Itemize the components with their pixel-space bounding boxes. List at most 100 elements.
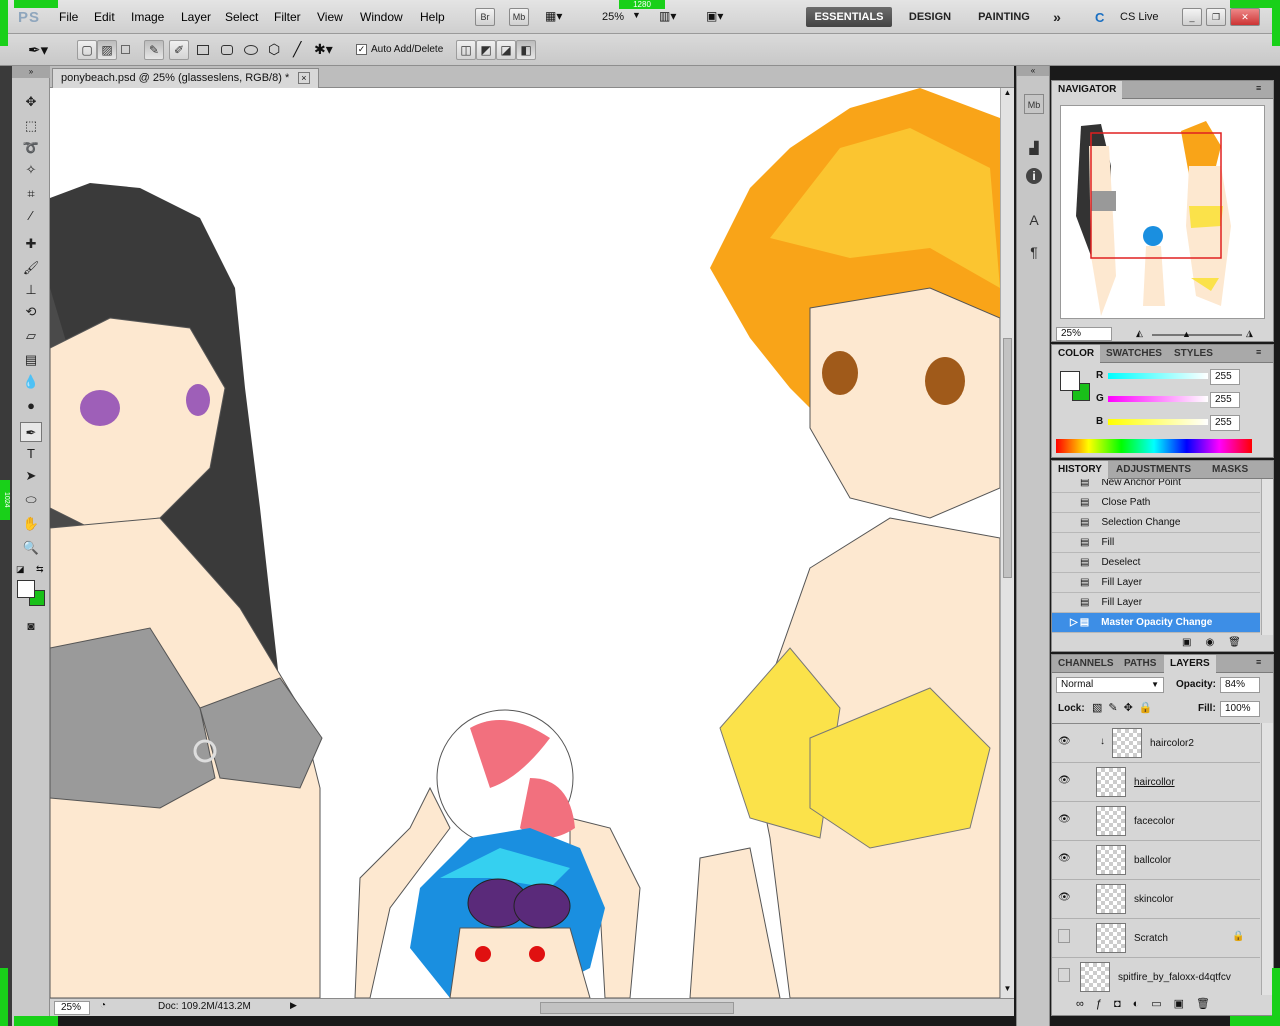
layer-row[interactable]: Scratch 🔒: [1052, 919, 1260, 958]
quick-mask-icon[interactable]: ◙: [20, 616, 42, 636]
navigator-zoom-slider[interactable]: [1152, 334, 1242, 336]
navigator-zoom-field[interactable]: 25%: [1056, 327, 1112, 341]
menu-window[interactable]: Window: [360, 10, 403, 24]
layers-footer-icons[interactable]: ∞ƒ◘◐▭▣🗑: [1076, 997, 1222, 1010]
tab-swatches[interactable]: SWATCHES: [1100, 345, 1168, 363]
screen-mode-icon[interactable]: ▣▾: [706, 9, 723, 23]
menu-image[interactable]: Image: [131, 10, 164, 24]
layer-row[interactable]: 👁 ↓ haircolor2: [1052, 724, 1260, 763]
scroll-up-icon[interactable]: ▲: [1001, 88, 1014, 100]
tools-collapse-icon[interactable]: »: [12, 66, 50, 78]
pen-tool-icon[interactable]: ✒: [20, 422, 42, 442]
menu-help[interactable]: Help: [420, 10, 445, 24]
panel-menu-icon[interactable]: ≡: [1256, 347, 1261, 357]
lock-options-icons[interactable]: ▧✎✥🔒: [1092, 701, 1159, 714]
history-item[interactable]: ▤ Fill Layer: [1052, 573, 1260, 593]
visibility-toggle[interactable]: [1058, 968, 1070, 982]
status-menu-arrow-icon[interactable]: ▶: [290, 1000, 297, 1011]
swap-colors-icon[interactable]: ⇆: [36, 564, 44, 575]
status-zoom-field[interactable]: 25%: [54, 1001, 90, 1015]
history-item[interactable]: ▤ Fill: [1052, 533, 1260, 553]
restore-button[interactable]: ❐: [1206, 8, 1226, 26]
minimize-button[interactable]: _: [1182, 8, 1202, 26]
color-fg-swatch[interactable]: [1060, 371, 1080, 391]
history-item[interactable]: ▤ Fill Layer: [1052, 593, 1260, 613]
lasso-tool-icon[interactable]: ➰: [20, 138, 42, 158]
navigator-preview[interactable]: [1060, 105, 1265, 319]
cs-live-menu[interactable]: CS Live: [1120, 11, 1159, 23]
rectangle-shape-icon[interactable]: [197, 45, 209, 55]
type-tool-icon[interactable]: T: [20, 444, 42, 464]
history-item[interactable]: ▤ Close Path: [1052, 493, 1260, 513]
tab-adjustments[interactable]: ADJUSTMENTS: [1110, 461, 1197, 479]
ellipse-shape-icon[interactable]: [244, 45, 258, 55]
panel-menu-icon[interactable]: ≡: [1256, 657, 1261, 667]
r-field[interactable]: 255: [1210, 369, 1240, 385]
paragraph-icon[interactable]: ¶: [1024, 242, 1044, 262]
clone-stamp-icon[interactable]: ⊥: [20, 280, 42, 300]
eye-icon[interactable]: 👁: [1058, 892, 1071, 903]
fill-pixels-button[interactable]: [121, 45, 130, 54]
layer-row[interactable]: spitfire_by_faloxx-d4qtfcv: [1052, 958, 1260, 995]
history-scrollbar[interactable]: [1261, 479, 1273, 635]
r-slider[interactable]: [1108, 373, 1208, 379]
subtract-path-button[interactable]: ◩: [476, 40, 496, 60]
crop-tool-icon[interactable]: ⌗: [20, 184, 42, 204]
opacity-field[interactable]: 84%: [1220, 677, 1260, 693]
workspace-design[interactable]: DESIGN: [902, 7, 958, 27]
close-window-button[interactable]: ✕: [1230, 8, 1260, 26]
healing-brush-icon[interactable]: ✚: [20, 234, 42, 254]
layer-row[interactable]: 👁 facecolor: [1052, 802, 1260, 841]
horizontal-scroll-thumb[interactable]: [540, 1002, 734, 1014]
layers-scrollbar[interactable]: [1261, 723, 1273, 995]
history-brush-icon[interactable]: ⟲: [20, 302, 42, 322]
layer-row[interactable]: 👁 ballcolor: [1052, 841, 1260, 880]
tab-paths[interactable]: PATHS: [1118, 655, 1162, 673]
tab-channels[interactable]: CHANNELS: [1052, 655, 1120, 673]
workspace-essentials[interactable]: ESSENTIALS: [806, 7, 892, 27]
info-icon[interactable]: i: [1026, 168, 1042, 184]
default-colors-icon[interactable]: ◪: [16, 564, 25, 575]
rounded-rectangle-icon[interactable]: [221, 45, 233, 55]
character-icon[interactable]: A: [1024, 210, 1044, 230]
menu-file[interactable]: File: [59, 10, 78, 24]
mini-bridge-panel-icon[interactable]: Mb: [1024, 94, 1044, 114]
pen-tool-button[interactable]: ✎: [144, 40, 164, 60]
zoom-in-icon[interactable]: ◮: [1246, 328, 1253, 339]
eye-icon[interactable]: 👁: [1058, 853, 1071, 864]
g-slider[interactable]: [1108, 396, 1208, 402]
status-info-icon[interactable]: ◔: [100, 1000, 106, 1011]
b-field[interactable]: 255: [1210, 415, 1240, 431]
layer-row[interactable]: 👁 skincolor: [1052, 880, 1260, 919]
zoom-out-icon[interactable]: ◭: [1136, 328, 1143, 339]
chevron-down-icon[interactable]: ▼: [632, 10, 641, 20]
menu-edit[interactable]: Edit: [94, 10, 115, 24]
view-extras-icon[interactable]: ▦▾: [545, 9, 562, 23]
gradient-tool-icon[interactable]: ▤: [20, 350, 42, 370]
panel-menu-icon[interactable]: ≡: [1256, 83, 1261, 93]
tab-navigator[interactable]: NAVIGATOR: [1052, 81, 1123, 99]
zoom-tool-icon[interactable]: 🔍: [20, 538, 42, 558]
eyedropper-tool-icon[interactable]: ⁄: [20, 206, 42, 226]
layer-row[interactable]: 👁 haircollor: [1052, 763, 1260, 802]
eraser-tool-icon[interactable]: ▱: [20, 326, 42, 346]
history-item[interactable]: ▤ New Anchor Point: [1052, 479, 1260, 493]
blur-tool-icon[interactable]: 💧: [20, 372, 42, 392]
foreground-color-swatch[interactable]: [17, 580, 35, 598]
collapse-panels-icon[interactable]: «: [1017, 66, 1049, 76]
mini-bridge-button[interactable]: Mb: [509, 8, 529, 26]
histogram-icon[interactable]: ▟: [1024, 138, 1044, 158]
menu-select[interactable]: Select: [225, 10, 258, 24]
marquee-tool-icon[interactable]: ⬚: [20, 116, 42, 136]
history-item-selected[interactable]: ▷ ▤ Master Opacity Change: [1052, 613, 1260, 633]
auto-add-delete-checkbox[interactable]: ✓: [356, 44, 367, 55]
close-tab-icon[interactable]: ×: [298, 72, 310, 84]
intersect-path-button[interactable]: ◪: [496, 40, 516, 60]
exclude-path-button[interactable]: ◧: [516, 40, 536, 60]
ellipse-tool-icon[interactable]: ⬭: [20, 490, 42, 510]
tab-layers[interactable]: LAYERS: [1164, 655, 1216, 673]
tab-color[interactable]: COLOR: [1052, 345, 1101, 363]
tab-styles[interactable]: STYLES: [1168, 345, 1219, 363]
hand-tool-icon[interactable]: ✋: [20, 514, 42, 534]
polygon-shape-icon[interactable]: ⬡: [268, 41, 280, 58]
